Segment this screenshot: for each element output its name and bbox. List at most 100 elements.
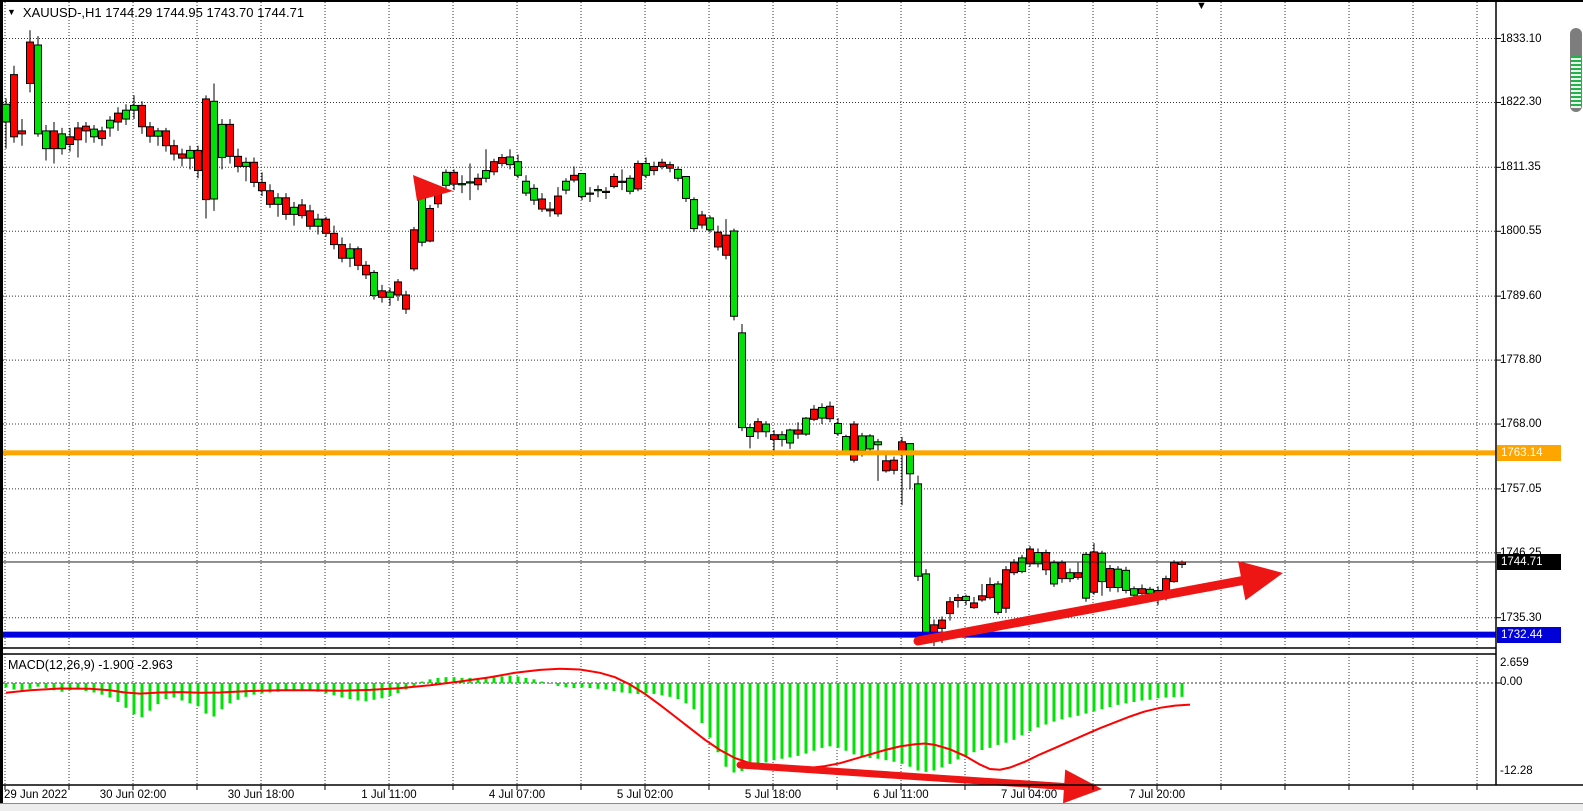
candle-body xyxy=(467,182,474,183)
time-axis-label: 6 Jul 11:00 xyxy=(873,788,928,802)
candle-body xyxy=(99,131,106,139)
chart-shift-marker-icon[interactable]: ▼ xyxy=(1196,0,1207,12)
macd-scale-min: -12.28 xyxy=(1500,765,1533,778)
time-axis-label: 30 Jun 02:00 xyxy=(100,788,167,802)
candle-body xyxy=(1011,563,1018,573)
candle-body xyxy=(139,105,146,126)
candle-body xyxy=(747,428,754,437)
candle-body xyxy=(755,422,762,432)
candle-body xyxy=(835,423,842,433)
candle-body xyxy=(475,178,482,185)
candle-body xyxy=(883,461,890,471)
candle-body xyxy=(971,603,978,608)
candle-body xyxy=(771,435,778,440)
resistance-level-line xyxy=(3,450,1496,455)
candle-body xyxy=(131,105,138,110)
candle-body xyxy=(3,104,10,122)
candle-body xyxy=(643,163,650,175)
candle-body xyxy=(395,282,402,295)
chart-title-text: XAUUSD-,H1 1744.29 1744.95 1743.70 1744.… xyxy=(23,5,304,20)
candle-body xyxy=(891,460,898,470)
window-border-top xyxy=(0,0,1583,2)
candle-body xyxy=(323,219,330,233)
time-axis-label: 5 Jul 18:00 xyxy=(745,788,801,802)
candle-body xyxy=(707,218,714,230)
candle-body xyxy=(363,265,370,274)
candle-body xyxy=(723,235,730,255)
candle-body xyxy=(827,406,834,418)
candle-body xyxy=(491,162,498,172)
candle-body xyxy=(219,124,226,157)
candle-body xyxy=(603,191,610,192)
candle-body xyxy=(483,171,490,179)
time-axis-label: 30 Jun 18:00 xyxy=(228,788,295,802)
candle-body xyxy=(339,245,346,259)
candle-body xyxy=(907,444,914,474)
macd-scale-max: 2.659 xyxy=(1500,657,1529,670)
candle-body xyxy=(979,596,986,600)
candle-body xyxy=(19,131,26,134)
candle-body xyxy=(147,127,154,136)
chart-canvas[interactable] xyxy=(0,0,1583,811)
time-axis-label: 7 Jul 04:00 xyxy=(1001,788,1057,802)
support-level-line xyxy=(3,632,1496,638)
candle-body xyxy=(1059,563,1066,579)
candle-body xyxy=(427,208,434,241)
price-level-badge: 1763.14 xyxy=(1497,445,1561,461)
price-level-badge: 1732.44 xyxy=(1497,627,1561,643)
candle-body xyxy=(1051,563,1058,584)
candle-body xyxy=(75,128,82,140)
candle-body xyxy=(387,292,394,297)
candle-body xyxy=(595,190,602,191)
current-price-line xyxy=(3,561,1496,562)
trading-chart-window: ▼ XAUUSD-,H1 1744.29 1744.95 1743.70 174… xyxy=(0,0,1583,811)
candle-body xyxy=(939,620,946,628)
candle-body xyxy=(155,131,162,136)
window-bottom-edge xyxy=(0,803,1583,811)
time-axis-label: 29 Jun 2022 xyxy=(4,788,67,802)
candle-body xyxy=(587,193,594,194)
candle-body xyxy=(1131,589,1138,596)
candle-body xyxy=(1091,552,1098,592)
scrollbar-stripes-icon xyxy=(1571,56,1581,108)
candle-body xyxy=(523,181,530,193)
price-axis-label: 1768.00 xyxy=(1500,417,1542,431)
window-border-left xyxy=(0,0,3,803)
candle-body xyxy=(163,131,170,146)
candle-body xyxy=(715,232,722,247)
candle-body xyxy=(1075,573,1082,578)
candle-body xyxy=(619,181,626,182)
candle-body xyxy=(403,295,410,309)
candle-body xyxy=(923,574,930,635)
candle-body xyxy=(875,442,882,445)
candle-body xyxy=(187,150,194,158)
candle-body xyxy=(27,42,34,83)
candle-body xyxy=(211,101,218,199)
candle-body xyxy=(1003,570,1010,608)
candle-body xyxy=(443,172,450,185)
candle-body xyxy=(787,430,794,443)
candle-body xyxy=(683,176,690,198)
candle-body xyxy=(1099,553,1106,581)
candle-body xyxy=(115,113,122,122)
candle-body xyxy=(987,585,994,598)
price-axis-label: 1811.35 xyxy=(1500,160,1541,174)
macd-scale-zero: 0.00 xyxy=(1500,676,1522,689)
candle-body xyxy=(803,418,810,434)
candle-body xyxy=(371,272,378,295)
candle-body xyxy=(515,162,522,176)
candle-body xyxy=(43,131,50,149)
symbol-dropdown-icon[interactable]: ▼ xyxy=(7,7,16,17)
candle-body xyxy=(11,75,18,137)
candle-body xyxy=(107,120,114,128)
candle-body xyxy=(627,178,634,191)
candle-body xyxy=(571,175,578,180)
time-axis-label: 5 Jul 02:00 xyxy=(617,788,673,802)
candle-body xyxy=(995,584,1002,612)
candle-body xyxy=(1067,573,1074,579)
price-axis-label: 1800.55 xyxy=(1500,224,1542,238)
mini-scrollbar[interactable] xyxy=(1570,28,1582,112)
candle-body xyxy=(355,249,362,266)
price-axis-label: 1822.30 xyxy=(1500,95,1542,109)
candle-body xyxy=(531,188,538,200)
